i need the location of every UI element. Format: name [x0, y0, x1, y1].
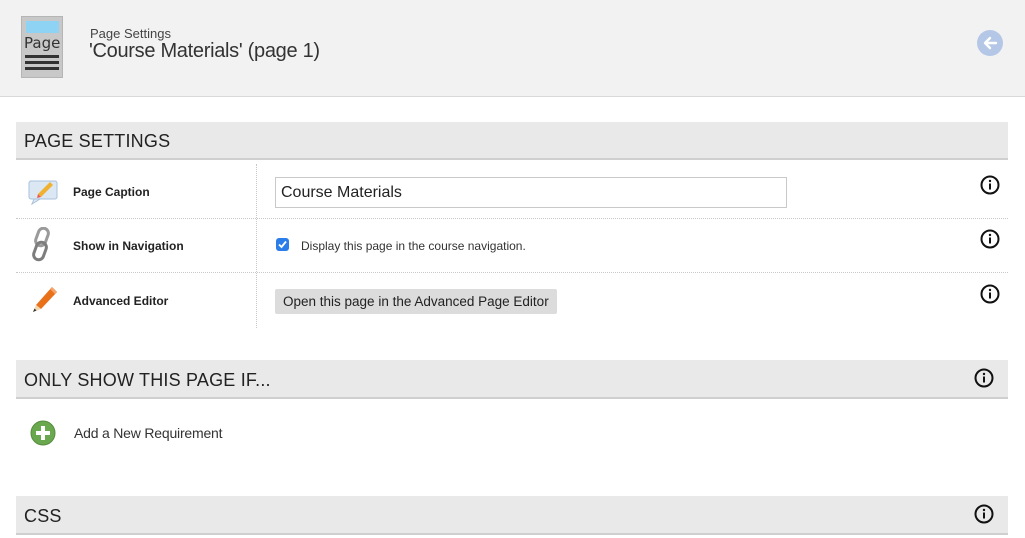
section-css: CSS — [16, 496, 1008, 535]
add-requirement-label: Add a New Requirement — [74, 425, 223, 441]
page-title: 'Course Materials' (page 1) — [89, 40, 320, 62]
info-icon[interactable] — [974, 368, 994, 388]
info-icon[interactable] — [980, 175, 1000, 195]
back-button[interactable] — [977, 30, 1003, 56]
open-advanced-editor-button[interactable]: Open this page in the Advanced Page Edit… — [275, 289, 557, 314]
chain-link-icon — [32, 227, 50, 262]
check-icon — [278, 240, 287, 249]
page-header: Page Page Settings 'Course Materials' (p… — [0, 0, 1025, 97]
header-subtitle: Page Settings — [90, 26, 171, 41]
page-icon: Page — [21, 16, 63, 78]
show-in-navigation-label: Show in Navigation — [73, 239, 184, 253]
section-label: PAGE SETTINGS — [24, 131, 171, 151]
back-arrow-icon — [983, 36, 998, 50]
add-requirement-button[interactable]: Add a New Requirement — [30, 420, 223, 446]
show-in-navigation-checkbox[interactable] — [276, 238, 289, 251]
section-only-show-if: ONLY SHOW THIS PAGE IF... — [16, 360, 1008, 399]
page-icon-word: Page — [24, 34, 61, 52]
pencil-icon — [33, 287, 57, 312]
show-in-navigation-text: Display this page in the course navigati… — [301, 239, 526, 253]
info-icon[interactable] — [980, 229, 1000, 249]
section-page-settings: PAGE SETTINGS — [16, 122, 1008, 160]
column-divider — [256, 164, 257, 328]
page-caption-input[interactable] — [275, 177, 787, 208]
section-label: ONLY SHOW THIS PAGE IF... — [24, 370, 271, 390]
info-icon[interactable] — [974, 504, 994, 524]
info-icon[interactable] — [980, 284, 1000, 304]
page-caption-label: Page Caption — [73, 185, 150, 199]
advanced-editor-label: Advanced Editor — [73, 294, 169, 308]
section-label: CSS — [24, 506, 62, 526]
speech-bubble-pencil-icon — [28, 180, 58, 205]
plus-circle-icon — [30, 420, 56, 446]
